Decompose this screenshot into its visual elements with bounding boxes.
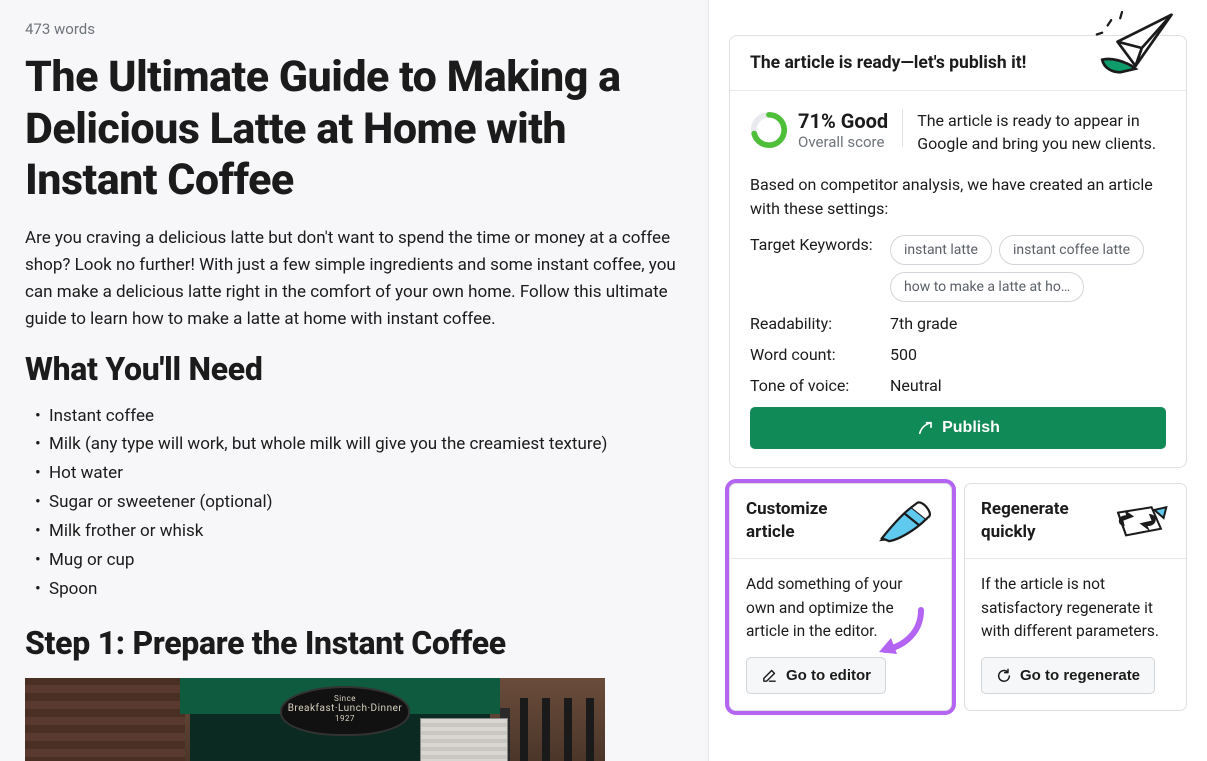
tone-row: Tone of voice: Neutral: [750, 376, 1166, 395]
tone-value: Neutral: [890, 376, 1166, 395]
regenerate-text: If the article is not satisfactory regen…: [981, 573, 1170, 643]
score-description: The article is ready to appear in Google…: [917, 109, 1166, 155]
keyword-chip[interactable]: how to make a latte at ho…: [890, 272, 1084, 302]
word-count: 473 words: [25, 20, 678, 38]
word-count-label: Word count:: [750, 345, 890, 364]
go-to-regenerate-button[interactable]: Go to regenerate: [981, 657, 1155, 694]
list-item: Milk frother or whisk: [49, 517, 678, 546]
regenerate-title: Regenerate quickly: [981, 498, 1104, 544]
keyword-chip[interactable]: instant coffee latte: [999, 235, 1144, 265]
go-to-regenerate-label: Go to regenerate: [1020, 667, 1140, 684]
score-percent: 71% Good: [798, 109, 888, 133]
list-item: Spoon: [49, 575, 678, 604]
regenerate-illustration: [1110, 498, 1170, 546]
article-title: The Ultimate Guide to Making a Delicious…: [25, 52, 678, 207]
competitor-line: Based on competitor analysis, we have cr…: [750, 173, 1166, 221]
article-preview-panel: 473 words The Ultimate Guide to Making a…: [0, 0, 709, 761]
article-ready-header: The article is ready—let's publish it!: [750, 53, 1026, 73]
keywords-label: Target Keywords:: [750, 235, 890, 254]
list-item: Milk (any type will work, but whole milk…: [49, 430, 678, 459]
go-to-editor-label: Go to editor: [786, 667, 871, 684]
list-item: Mug or cup: [49, 546, 678, 575]
tone-label: Tone of voice:: [750, 376, 890, 395]
customize-article-title: Customize article: [746, 498, 870, 544]
list-item: Hot water: [49, 459, 678, 488]
score-ring-icon: [750, 111, 788, 149]
readability-value: 7th grade: [890, 314, 1166, 333]
readability-label: Readability:: [750, 314, 890, 333]
pointer-arrow-icon: [871, 604, 931, 664]
customize-article-card: Customize article Add something of your …: [729, 483, 952, 711]
publish-button[interactable]: Publish: [750, 407, 1166, 449]
readability-row: Readability: 7th grade: [750, 314, 1166, 333]
pencil-illustration: [876, 498, 935, 546]
publish-button-label: Publish: [942, 419, 1000, 437]
list-item: Instant coffee: [49, 402, 678, 431]
word-count-row: Word count: 500: [750, 345, 1166, 364]
needs-list: Instant coffee Milk (any type will work,…: [25, 402, 678, 604]
section-heading-needs: What You'll Need: [25, 350, 678, 388]
summary-panel: The article is ready—let's publish it! 7…: [709, 0, 1207, 761]
edit-icon: [761, 667, 778, 684]
keywords-row: Target Keywords: instant latte instant c…: [750, 235, 1166, 302]
go-to-editor-button[interactable]: Go to editor: [746, 657, 886, 694]
intro-paragraph: Are you craving a delicious latte but do…: [25, 225, 678, 334]
score-row: 71% Good Overall score The article is re…: [750, 109, 1166, 155]
share-icon: [916, 419, 934, 437]
score-label: Overall score: [798, 133, 888, 151]
regenerate-card: Regenerate quickly If the article is not…: [964, 483, 1187, 711]
keyword-chip[interactable]: instant latte: [890, 235, 992, 265]
article-ready-card: The article is ready—let's publish it! 7…: [729, 35, 1187, 468]
word-count-value: 500: [890, 345, 1166, 364]
refresh-icon: [996, 668, 1012, 684]
list-item: Sugar or sweetener (optional): [49, 488, 678, 517]
section-heading-step1: Step 1: Prepare the Instant Coffee: [25, 624, 678, 662]
article-hero-image: Since Breakfast·Lunch·Dinner 1927: [25, 678, 605, 761]
